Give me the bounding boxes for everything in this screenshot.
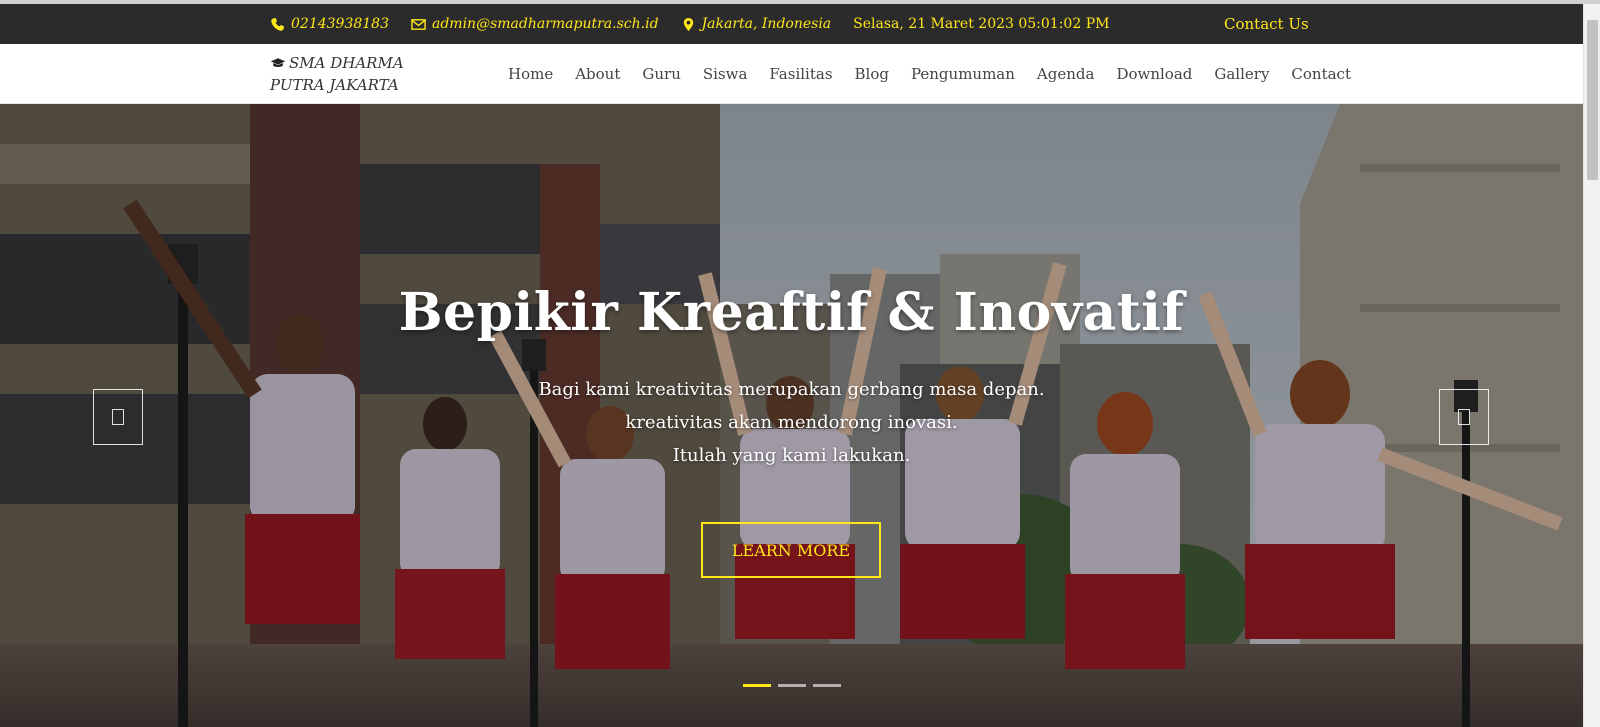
main-menu: Home About Guru Siswa Fasilitas Blog Pen… [497, 44, 1362, 104]
topbar-datetime: Selasa, 21 Maret 2023 05:01:02 PM [853, 16, 1110, 32]
location-text: Jakarta, Indonesia [701, 16, 832, 32]
prev-slide-icon [112, 409, 124, 425]
navbar: SMA DHARMA PUTRA JAKARTA Home About Guru… [0, 44, 1583, 104]
brand-name: SMA DHARMA PUTRA JAKARTA [270, 54, 404, 94]
topbar-email[interactable]: admin@smadharmaputra.sch.id [411, 16, 659, 32]
carousel-prev-button[interactable] [93, 389, 143, 445]
topbar: 02143938183 admin@smadharmaputra.sch.id … [0, 4, 1583, 44]
topbar-location: Jakarta, Indonesia [681, 16, 832, 32]
map-marker-icon [683, 17, 693, 31]
phone-number: 02143938183 [291, 16, 389, 32]
phone-icon [271, 17, 285, 31]
email-address: admin@smadharmaputra.sch.id [431, 16, 659, 32]
vertical-scrollbar[interactable] [1583, 4, 1600, 727]
scrollbar-thumb[interactable] [1587, 20, 1598, 180]
nav-about[interactable]: About [575, 65, 620, 83]
envelope-icon [411, 18, 426, 30]
contact-us-link[interactable]: Contact Us [1224, 4, 1309, 44]
nav-home[interactable]: Home [508, 65, 553, 83]
nav-fasilitas[interactable]: Fasilitas [769, 65, 832, 83]
carousel-indicator-2[interactable] [778, 684, 806, 687]
page: 02143938183 admin@smadharmaputra.sch.id … [0, 4, 1583, 727]
nav-download[interactable]: Download [1116, 65, 1192, 83]
nav-agenda[interactable]: Agenda [1037, 65, 1095, 83]
nav-contact[interactable]: Contact [1291, 65, 1351, 83]
nav-blog[interactable]: Blog [855, 65, 889, 83]
graduation-cap-icon [270, 58, 286, 67]
nav-siswa[interactable]: Siswa [703, 65, 748, 83]
nav-gallery[interactable]: Gallery [1214, 65, 1269, 83]
hero-line-1: Bagi kami kreativitas merupakan gerbang … [538, 379, 1045, 400]
site-brand[interactable]: SMA DHARMA PUTRA JAKARTA [270, 52, 460, 96]
topbar-contact-info: 02143938183 admin@smadharmaputra.sch.id … [270, 4, 1283, 44]
nav-pengumuman[interactable]: Pengumuman [911, 65, 1015, 83]
carousel-next-button[interactable] [1439, 389, 1489, 445]
topbar-phone[interactable]: 02143938183 [270, 16, 389, 32]
learn-more-button[interactable]: LEARN MORE [701, 522, 881, 578]
hero-title: Bepikir Kreaftif & Inovatif [398, 282, 1185, 343]
hero-carousel: Bepikir Kreaftif & Inovatif Bagi kami kr… [0, 104, 1583, 727]
nav-guru[interactable]: Guru [642, 65, 680, 83]
carousel-indicator-3[interactable] [813, 684, 841, 687]
hero-line-2: kreativitas akan mendorong inovasi. [625, 412, 958, 433]
next-slide-icon [1458, 409, 1470, 425]
hero-line-3: Itulah yang kami lakukan. [672, 445, 911, 466]
carousel-indicator-1[interactable] [743, 684, 771, 687]
carousel-indicators [743, 684, 841, 687]
